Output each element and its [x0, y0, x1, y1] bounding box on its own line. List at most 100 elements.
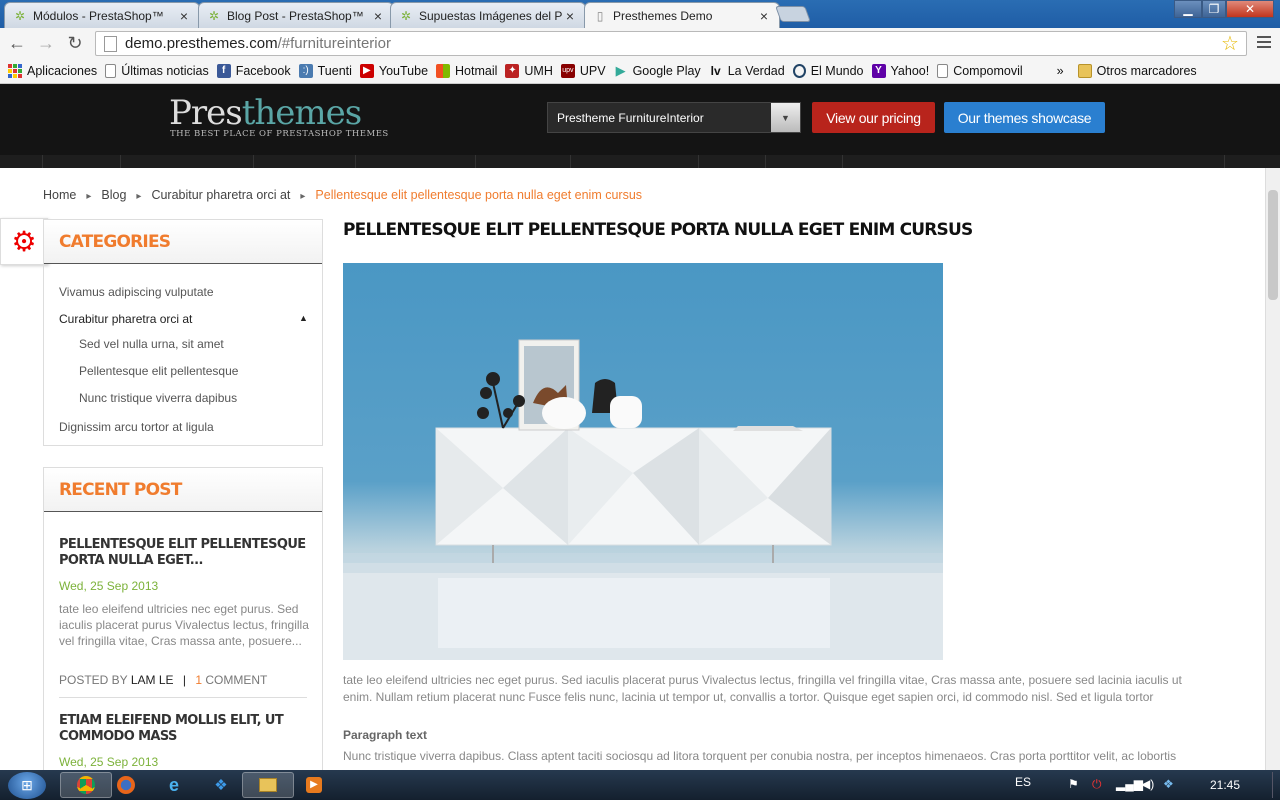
browser-tab-active[interactable]: ▯ Presthemes Demo ×	[584, 2, 780, 29]
address-bar[interactable]: demo.presthemes.com/#furnitureinterior	[95, 31, 1247, 56]
subcategory-item[interactable]: Sed vel nulla urna, sit amet	[79, 337, 224, 351]
browser-tab[interactable]: ✲ Módulos - PrestaShop™ ×	[4, 2, 200, 28]
back-button[interactable]: ←	[6, 33, 28, 53]
bookmark-news[interactable]: Últimas noticias	[105, 63, 209, 78]
windows-icon	[436, 63, 451, 78]
bookmark-tuenti[interactable]: :) Tuenti	[298, 63, 352, 78]
themes-showcase-button[interactable]: Our themes showcase	[944, 102, 1105, 133]
chevron-right-icon: ▸	[300, 191, 306, 202]
maximize-button[interactable]: ❐	[1202, 0, 1226, 18]
recent-post-title: RECENT POST	[44, 468, 322, 512]
view-pricing-button[interactable]: View our pricing	[812, 102, 935, 133]
article-body-2: Nunc tristique viverra dapibus. Class ap…	[343, 749, 1177, 763]
comment-count[interactable]: 1	[195, 673, 202, 687]
recent-post-excerpt: tate leo eleifend ultricies nec eget pur…	[59, 602, 309, 648]
bookmark-hotmail[interactable]: Hotmail	[436, 63, 497, 78]
bookmark-star-icon[interactable]: ☆	[1221, 31, 1239, 56]
posted-by-label: POSTED BY	[59, 673, 128, 687]
taskbar-media[interactable]: ▶	[288, 772, 340, 798]
forward-button[interactable]: →	[35, 33, 57, 53]
bookmark-youtube[interactable]: ▶ YouTube	[359, 63, 428, 78]
site-tagline: THE BEST PLACE OF PRESTASHOP THEMES	[170, 129, 389, 139]
dropbox-icon: ❖	[214, 777, 228, 794]
breadcrumb: Home ▸ Blog ▸ Curabitur pharetra orci at ▸ Pel…	[43, 188, 642, 202]
new-tab-button[interactable]	[775, 6, 811, 22]
reload-button[interactable]: ↻	[64, 33, 86, 53]
taskbar-dropbox[interactable]: ❖	[195, 772, 247, 798]
categories-block: CATEGORIES Vivamus adipiscing vulputate …	[43, 219, 323, 446]
show-desktop-button[interactable]	[1272, 772, 1280, 798]
volume-icon[interactable]: ◀)	[1141, 777, 1154, 791]
main-nav-bar	[0, 155, 1280, 168]
sideboard-photo	[343, 339, 943, 660]
browser-tab[interactable]: ✲ Supuestas Imágenes del P ×	[390, 2, 586, 28]
close-window-button[interactable]: ✕	[1226, 0, 1274, 18]
category-item[interactable]: Vivamus adipiscing vulputate	[59, 285, 214, 299]
elmundo-icon	[792, 63, 806, 78]
subcategory-item[interactable]: Nunc tristique viverra dapibus	[79, 391, 237, 405]
site-logo[interactable]: Presthemes	[169, 93, 362, 133]
article-title: PELLENTESQUE ELIT PELLENTESQUE PORTA NUL…	[343, 220, 973, 240]
flag-icon[interactable]: ⚑	[1068, 777, 1079, 791]
start-button[interactable]: ⊞	[8, 772, 46, 799]
bookmark-label: Facebook	[235, 63, 291, 78]
clock[interactable]: 21:45	[1210, 778, 1240, 792]
ie-icon: e	[168, 774, 179, 795]
bookmark-facebook[interactable]: f Facebook	[216, 63, 291, 78]
breadcrumb-category[interactable]: Curabitur pharetra orci at	[151, 188, 290, 202]
tab-title: Supuestas Imágenes del P	[419, 8, 563, 23]
dropbox-tray-icon[interactable]: ❖	[1163, 777, 1174, 791]
bookmark-umh[interactable]: ✦ UMH	[505, 63, 553, 78]
bookmark-label: Tuenti	[317, 63, 352, 78]
collapse-arrow-icon[interactable]: ▲	[299, 313, 308, 323]
breadcrumb-home[interactable]: Home	[43, 188, 76, 202]
gear-icon[interactable]: ⚙	[0, 218, 48, 265]
lv-icon: lv	[710, 63, 721, 78]
bookmark-apps[interactable]: Aplicaciones	[8, 63, 98, 78]
breadcrumb-blog[interactable]: Blog	[101, 188, 126, 202]
taskbar-firefox[interactable]	[100, 772, 152, 798]
close-tab-icon[interactable]: ×	[757, 8, 771, 24]
bookmark-label: UPV	[579, 63, 606, 78]
scrollbar-thumb[interactable]	[1268, 190, 1278, 300]
language-indicator[interactable]: ES	[1015, 775, 1031, 789]
bookmark-upv[interactable]: upv UPV	[560, 63, 606, 78]
bookmark-compomovil[interactable]: Compomovil	[937, 63, 1023, 78]
bookmark-google-play[interactable]: ▶ Google Play	[614, 63, 701, 78]
divider	[59, 697, 307, 698]
chevron-down-icon: ▼	[771, 103, 800, 132]
taskbar-ie[interactable]: e	[148, 772, 200, 798]
recent-post-heading[interactable]: ETIAM ELEIFEND MOLLIS ELIT, UT COMMODO M…	[59, 713, 309, 745]
article-image	[343, 263, 943, 660]
page-scrollbar[interactable]	[1265, 168, 1280, 770]
close-tab-icon[interactable]: ×	[371, 8, 385, 24]
bookmark-other[interactable]: Otros marcadores	[1077, 63, 1197, 78]
browser-tab[interactable]: ✲ Blog Post - PrestaShop™ ×	[198, 2, 394, 28]
bookmark-label: El Mundo	[810, 63, 864, 78]
bookmark-la-verdad[interactable]: lv La Verdad	[709, 64, 785, 78]
bookmark-el-mundo[interactable]: El Mundo	[792, 63, 864, 78]
menu-icon[interactable]	[1254, 32, 1274, 52]
bookmarks-overflow-button[interactable]: »	[1057, 64, 1064, 78]
logo-pres: Pres	[169, 93, 243, 133]
category-item-open[interactable]: Curabitur pharetra orci at	[59, 312, 192, 326]
close-tab-icon[interactable]: ×	[177, 8, 191, 24]
power-icon[interactable]: ⏻	[1092, 777, 1102, 792]
meta-separator: |	[182, 673, 186, 687]
chevron-right-icon: ▸	[136, 191, 142, 202]
minimize-button[interactable]: ▁	[1174, 0, 1202, 18]
recent-post-heading[interactable]: PELLENTESQUE ELIT PELLENTESQUE PORTA NUL…	[59, 537, 309, 569]
theme-select[interactable]: Presthemе FurnitureInterior ▼	[547, 102, 801, 133]
category-item[interactable]: Dignissim arcu tortor at ligula	[59, 420, 214, 434]
page-icon	[937, 63, 949, 78]
bookmark-label: Aplicaciones	[27, 63, 98, 78]
subcategory-item[interactable]: Pellentesque elit pellentesque	[79, 364, 238, 378]
taskbar-explorer[interactable]	[242, 772, 294, 798]
signal-icon[interactable]: ▂▄▆	[1116, 777, 1143, 791]
post-author-link[interactable]: LAM LE	[131, 673, 174, 687]
bookmark-label: Yahoo!	[890, 63, 930, 78]
close-tab-icon[interactable]: ×	[563, 8, 577, 24]
site-header: Presthemes THE BEST PLACE OF PRESTASHOP …	[0, 84, 1280, 155]
comment-label[interactable]: COMMENT	[205, 673, 267, 687]
bookmark-yahoo[interactable]: Y Yahoo!	[871, 63, 930, 78]
